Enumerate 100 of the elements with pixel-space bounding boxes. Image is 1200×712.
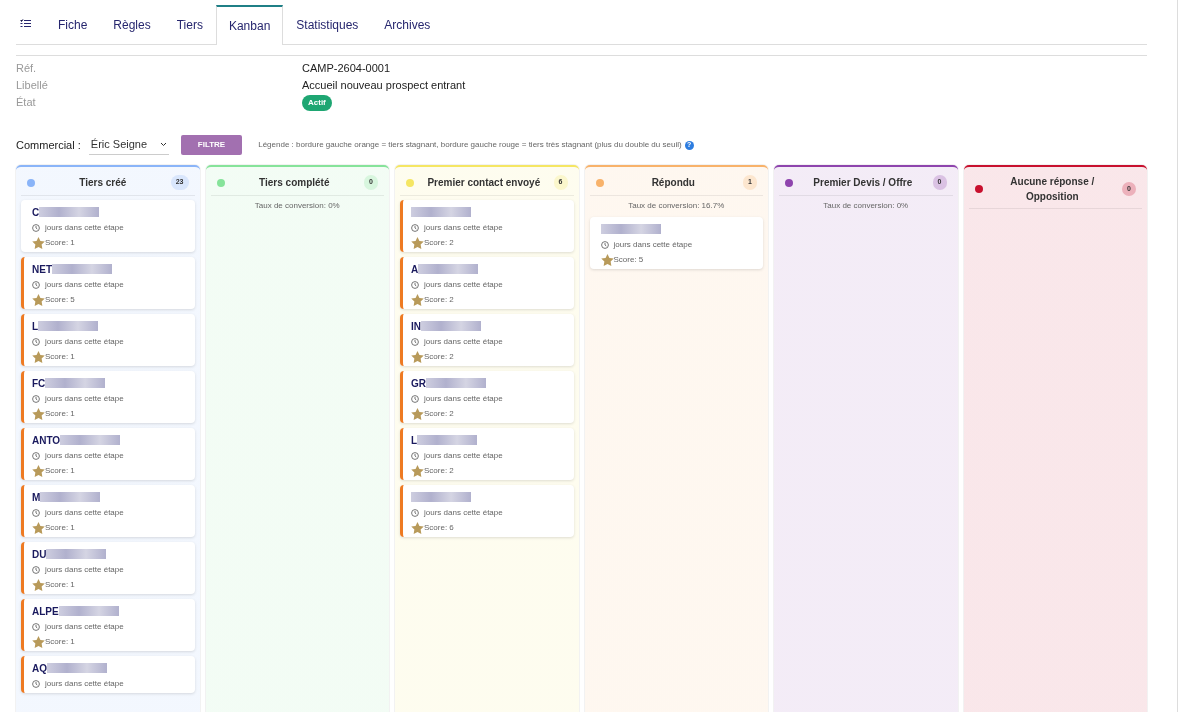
- company-name: FC: [32, 376, 46, 391]
- prospect-card[interactable]: AQ jours dans cette étape: [21, 656, 195, 693]
- prospect-card[interactable]: M jours dans cette étape Score: 1: [21, 485, 195, 537]
- redacted-block: [47, 663, 107, 673]
- company-name: GR: [411, 376, 426, 391]
- score-text: Score: 1: [45, 237, 75, 249]
- clock-icon: [411, 509, 419, 517]
- clock-icon: [32, 224, 40, 232]
- score-text: Score: 2: [424, 408, 454, 420]
- clock-icon: [32, 623, 40, 631]
- prospect-card[interactable]: NET jours dans cette étape Score: 5: [21, 257, 195, 309]
- score-text: Score: 1: [45, 579, 75, 591]
- score-text: Score: 6: [424, 522, 454, 534]
- prospect-card[interactable]: jours dans cette étape Score: 5: [589, 217, 763, 269]
- column-title: Aucune réponse / Opposition: [1009, 175, 1096, 204]
- clock-icon: [32, 566, 40, 574]
- prospect-card[interactable]: L jours dans cette étape Score: 1: [21, 314, 195, 366]
- tab[interactable]: Tiers: [163, 5, 216, 44]
- column-title: Répondu: [650, 176, 696, 190]
- score-text: Score: 2: [424, 237, 454, 249]
- days-text: jours dans cette étape: [424, 507, 503, 519]
- star-icon: [411, 465, 424, 477]
- star-icon: [600, 254, 614, 266]
- redacted-block: [39, 207, 100, 217]
- clock-icon: [32, 680, 40, 688]
- days-text: jours dans cette étape: [45, 564, 124, 576]
- prospect-card[interactable]: GR jours dans cette étape Score: 2: [400, 371, 574, 423]
- score-text: Score: 2: [424, 351, 454, 363]
- prospect-card[interactable]: DU jours dans cette étape Score: 1: [21, 542, 195, 594]
- days-text: jours dans cette étape: [424, 336, 503, 348]
- column-title: Tiers créé: [78, 176, 128, 190]
- clock-icon: [32, 395, 40, 403]
- company-name: L: [411, 433, 418, 448]
- field-value: CAMP-2604-0001: [302, 61, 391, 77]
- prospect-card[interactable]: ALPE jours dans cette étape Score: 1: [21, 599, 195, 651]
- prospect-card[interactable]: jours dans cette étape Score: 2: [400, 200, 574, 252]
- score-text: Score: 5: [45, 294, 75, 306]
- star-icon: [32, 465, 45, 477]
- score-text: Score: 1: [45, 465, 75, 477]
- prospect-card[interactable]: C jours dans cette étape Score: 1: [21, 200, 195, 252]
- company-name: ALPE: [32, 604, 59, 619]
- days-text: jours dans cette étape: [45, 336, 124, 348]
- prospect-card[interactable]: L jours dans cette étape Score: 2: [400, 428, 574, 480]
- clock-icon: [411, 224, 419, 232]
- field-label: Libellé: [16, 78, 49, 94]
- clock-icon: [32, 281, 40, 289]
- tab[interactable]: Règles: [100, 5, 164, 44]
- prospect-card[interactable]: IN jours dans cette étape Score: 2: [400, 314, 574, 366]
- redacted-block: [40, 492, 101, 502]
- star-icon: [411, 522, 424, 534]
- prospect-card[interactable]: ANTO jours dans cette étape Score: 1: [21, 428, 195, 480]
- days-text: jours dans cette étape: [45, 222, 124, 234]
- clock-icon: [32, 452, 40, 460]
- days-text: jours dans cette étape: [45, 621, 124, 633]
- field-value: Accueil nouveau prospect entrant: [302, 78, 466, 94]
- field-label: Réf.: [16, 61, 38, 77]
- star-icon: [411, 294, 424, 306]
- field-label: État: [16, 95, 37, 111]
- score-text: Score: 1: [45, 636, 75, 648]
- prospect-card[interactable]: FC jours dans cette étape Score: 1: [21, 371, 195, 423]
- days-text: jours dans cette étape: [424, 222, 503, 234]
- column-title: Tiers complété: [258, 176, 331, 190]
- score-text: Score: 2: [424, 465, 454, 477]
- redacted-block: [418, 264, 479, 274]
- redacted-block: [421, 321, 481, 331]
- filter-label: Commercial :: [16, 137, 81, 153]
- column-title: Premier Devis / Offre: [812, 176, 914, 190]
- star-icon: [411, 237, 424, 249]
- legend-text: Légende : bordure gauche orange = tiers stagnant, bordure gauche rouge = tiers très stagnant (plus du double du seuil): [258, 139, 682, 151]
- company-name: IN: [411, 319, 421, 334]
- prospect-card[interactable]: jours dans cette étape Score: 6: [400, 485, 574, 537]
- redacted-block: [46, 549, 107, 559]
- redacted-block: [411, 492, 471, 502]
- redacted-block: [58, 606, 119, 616]
- company-name: NET: [32, 262, 52, 277]
- star-icon: [411, 351, 424, 363]
- list-icon[interactable]: [20, 19, 31, 28]
- star-icon: [411, 408, 424, 420]
- commercial-select[interactable]: Éric Seigne: [88, 135, 169, 155]
- days-text: jours dans cette étape: [613, 239, 693, 251]
- status-badge: Actif: [302, 94, 332, 111]
- tab[interactable]: Archives: [371, 5, 444, 44]
- clock-icon: [600, 241, 609, 249]
- days-text: jours dans cette étape: [45, 507, 124, 519]
- prospect-card[interactable]: A jours dans cette étape Score: 2: [400, 257, 574, 309]
- days-text: jours dans cette étape: [45, 450, 124, 462]
- redacted-block: [426, 378, 486, 388]
- tab[interactable]: Statistiques: [283, 5, 372, 44]
- redacted-block: [411, 207, 471, 217]
- days-text: jours dans cette étape: [45, 678, 124, 690]
- days-text: jours dans cette étape: [424, 279, 503, 291]
- tab[interactable]: Kanban: [215, 5, 284, 45]
- company-name: ANTO: [32, 433, 61, 448]
- clock-icon: [411, 395, 419, 403]
- clock-icon: [411, 452, 419, 460]
- tab[interactable]: Fiche: [45, 5, 101, 44]
- star-icon: [32, 636, 45, 648]
- redacted-block: [417, 435, 478, 445]
- column-title: Premier contact envoyé: [426, 176, 542, 190]
- filter-button[interactable]: FILTRE: [180, 135, 243, 155]
